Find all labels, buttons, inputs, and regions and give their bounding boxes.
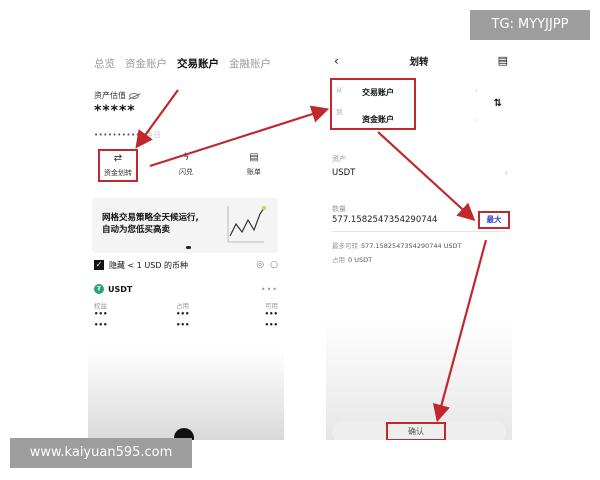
equity-value: ••• <box>94 310 108 318</box>
transfer-action-button[interactable]: ⇄ 资金划转 <box>98 149 138 182</box>
coin-name: USDT <box>108 284 133 294</box>
max-transferable: 最多可转 577.1582547354290744 USDT <box>332 240 462 250</box>
more-icon[interactable]: ••• <box>261 285 278 294</box>
tab-funding[interactable]: 资金账户 <box>125 56 167 71</box>
record-icon[interactable]: ▤ <box>498 54 508 67</box>
coin-row[interactable]: ₮ USDT ••• <box>94 284 278 294</box>
available-label: 可用 <box>265 302 278 310</box>
bill-button[interactable]: ▤ 账单 <box>234 152 274 177</box>
transfer-screen: ‹ 划转 ▤ 从 交易账户 到 资金账户 › › ⇅ 资产 USDT › 数量 … <box>326 48 512 440</box>
swap-icon[interactable]: ⇅ <box>494 98 502 109</box>
masked-balance: ***** <box>94 103 136 119</box>
confirm-button[interactable]: 确认 <box>386 422 446 440</box>
grid-chart-icon <box>227 205 267 243</box>
occupied-row-value: 0 USDT <box>348 256 373 264</box>
asset-chevron-icon[interactable]: › <box>505 168 508 177</box>
fade-overlay <box>88 348 284 440</box>
asset-label: 资产 <box>332 155 346 163</box>
max-transferable-label: 最多可转 <box>332 242 358 250</box>
today-label: 今日 <box>146 131 162 139</box>
estimate-text: 资产估值 <box>94 91 126 100</box>
eye-hidden-icon[interactable] <box>129 92 139 99</box>
flash-swap-button[interactable]: ϟ 闪兑 <box>166 152 206 177</box>
equity-label: 权益 <box>94 302 107 310</box>
promo-line-1: 网格交易策略全天候运行, <box>102 213 199 223</box>
refresh-icon[interactable]: ◎ <box>256 260 264 270</box>
occupied-label: 占用 <box>176 302 189 310</box>
page-title: 划转 <box>409 57 429 68</box>
tab-trading[interactable]: 交易账户 <box>177 56 219 71</box>
to-chevron-icon[interactable]: › <box>475 116 478 125</box>
from-to-box: 从 交易账户 到 资金账户 <box>330 78 416 130</box>
tab-overview[interactable]: 总览 <box>94 56 115 71</box>
carousel-indicator <box>186 246 191 249</box>
grid-promo-banner[interactable]: 网格交易策略全天候运行, 自动为您低买高卖 <box>92 198 278 253</box>
trading-account-screen: 总览 资金账户 交易账户 金融账户 资产估值 ***** •••••••••• … <box>88 48 284 440</box>
transfer-label: 资金划转 <box>104 169 132 177</box>
occupied-value-2: ••• <box>176 321 190 329</box>
available-value-2: ••• <box>264 321 278 329</box>
watermark-url: www.kaiyuan595.com <box>10 438 192 468</box>
flash-icon: ϟ <box>182 152 190 163</box>
hide-small-row: ✓ 隐藏 < 1 USD 的币种 ◎ ○ <box>94 258 278 272</box>
promo-line-2: 自动为您低买高卖 <box>102 225 171 235</box>
search-icon[interactable]: ○ <box>270 260 278 270</box>
tab-finance[interactable]: 金融账户 <box>229 56 271 71</box>
list-tools: ◎ ○ <box>256 260 278 270</box>
watermark-tg: TG: MYYJJPP <box>470 10 590 40</box>
quick-actions: ⇄ 资金划转 ϟ 闪兑 ▤ 账单 <box>88 148 284 188</box>
amount-label: 数量 <box>332 205 346 213</box>
tether-icon: ₮ <box>94 284 104 294</box>
max-button[interactable]: 最大 <box>478 211 510 229</box>
equity-value-2: ••• <box>94 321 108 329</box>
hide-small-checkbox[interactable]: ✓ <box>94 260 104 270</box>
screenshot-canvas: 总览 资金账户 交易账户 金融账户 资产估值 ***** •••••••••• … <box>0 0 600 480</box>
transfer-icon: ⇄ <box>113 153 123 164</box>
to-label: 到 <box>336 108 343 116</box>
from-account[interactable]: 交易账户 <box>362 87 394 98</box>
flash-label: 闪兑 <box>179 168 193 176</box>
occupied-value: ••• <box>176 310 190 318</box>
masked-subvalue: •••••••••• 今日 <box>94 130 161 140</box>
max-transferable-value: 577.1582547354290744 USDT <box>361 242 462 250</box>
from-chevron-icon[interactable]: › <box>475 86 478 95</box>
asset-select[interactable]: USDT <box>332 168 355 178</box>
to-account[interactable]: 资金账户 <box>362 114 394 125</box>
amount-divider <box>332 231 506 232</box>
asset-estimate-label: 资产估值 <box>94 90 139 101</box>
hide-small-label: 隐藏 < 1 USD 的币种 <box>109 260 189 270</box>
amount-input[interactable]: 577.1582547354290744 <box>332 215 437 225</box>
available-value: ••• <box>264 310 278 318</box>
from-label: 从 <box>336 86 343 94</box>
nav-bar: ‹ 划转 ▤ <box>326 54 512 70</box>
account-tabs: 总览 资金账户 交易账户 金融账户 <box>94 56 284 71</box>
occupied-row-label: 占用 <box>332 256 345 264</box>
masked-subvalue-text: •••••••••• <box>94 131 144 139</box>
confirm-bar: 确认 <box>332 421 506 440</box>
bill-label: 账单 <box>247 168 261 176</box>
occupied-row: 占用 0 USDT <box>332 254 372 264</box>
bill-icon: ▤ <box>249 152 259 163</box>
promo-text: 网格交易策略全天候运行, 自动为您低买高卖 <box>102 212 199 236</box>
